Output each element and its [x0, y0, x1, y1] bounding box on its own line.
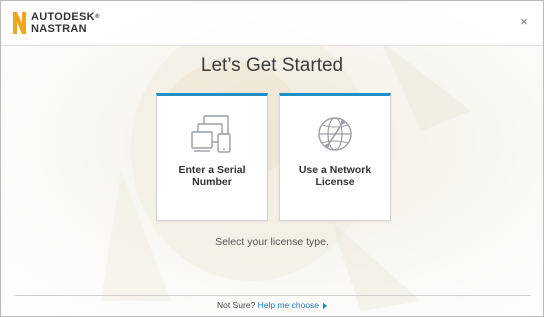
close-icon[interactable]: ×: [517, 15, 531, 29]
autodesk-n-logo-icon: [13, 12, 26, 34]
use-network-license-button[interactable]: Use a Network License: [279, 93, 391, 221]
dialog-header: AUTODESK® NASTRAN ×: [1, 1, 543, 46]
background-artwork: [101, 21, 471, 311]
trademark: ®: [94, 14, 100, 20]
help-link-label: Help me choose: [257, 300, 320, 310]
page-title: Let’s Get Started: [200, 55, 344, 76]
brand-line1: AUTODESK: [31, 11, 95, 23]
license-type-hint: Select your license type.: [215, 236, 329, 248]
footer-divider: [15, 295, 531, 296]
brand-line2: NASTRAN: [31, 23, 87, 35]
serial-number-devices-icon: [191, 115, 231, 153]
network-globe-icon: [318, 117, 352, 151]
brand-wordmark: AUTODESK® NASTRAN: [31, 11, 100, 35]
not-sure-text: Not Sure?: [216, 300, 256, 310]
license-dialog: AUTODESK® NASTRAN × Let’s Get Started En…: [0, 0, 544, 317]
card-label-network: Use a Network License: [298, 164, 372, 188]
card-label-serial: Enter a Serial Number: [178, 164, 246, 188]
play-arrow-icon: [323, 302, 328, 309]
help-me-choose-link[interactable]: Help me choose: [257, 300, 328, 310]
footer: Not Sure? Help me choose: [1, 300, 543, 310]
enter-serial-number-button[interactable]: Enter a Serial Number: [156, 93, 268, 221]
